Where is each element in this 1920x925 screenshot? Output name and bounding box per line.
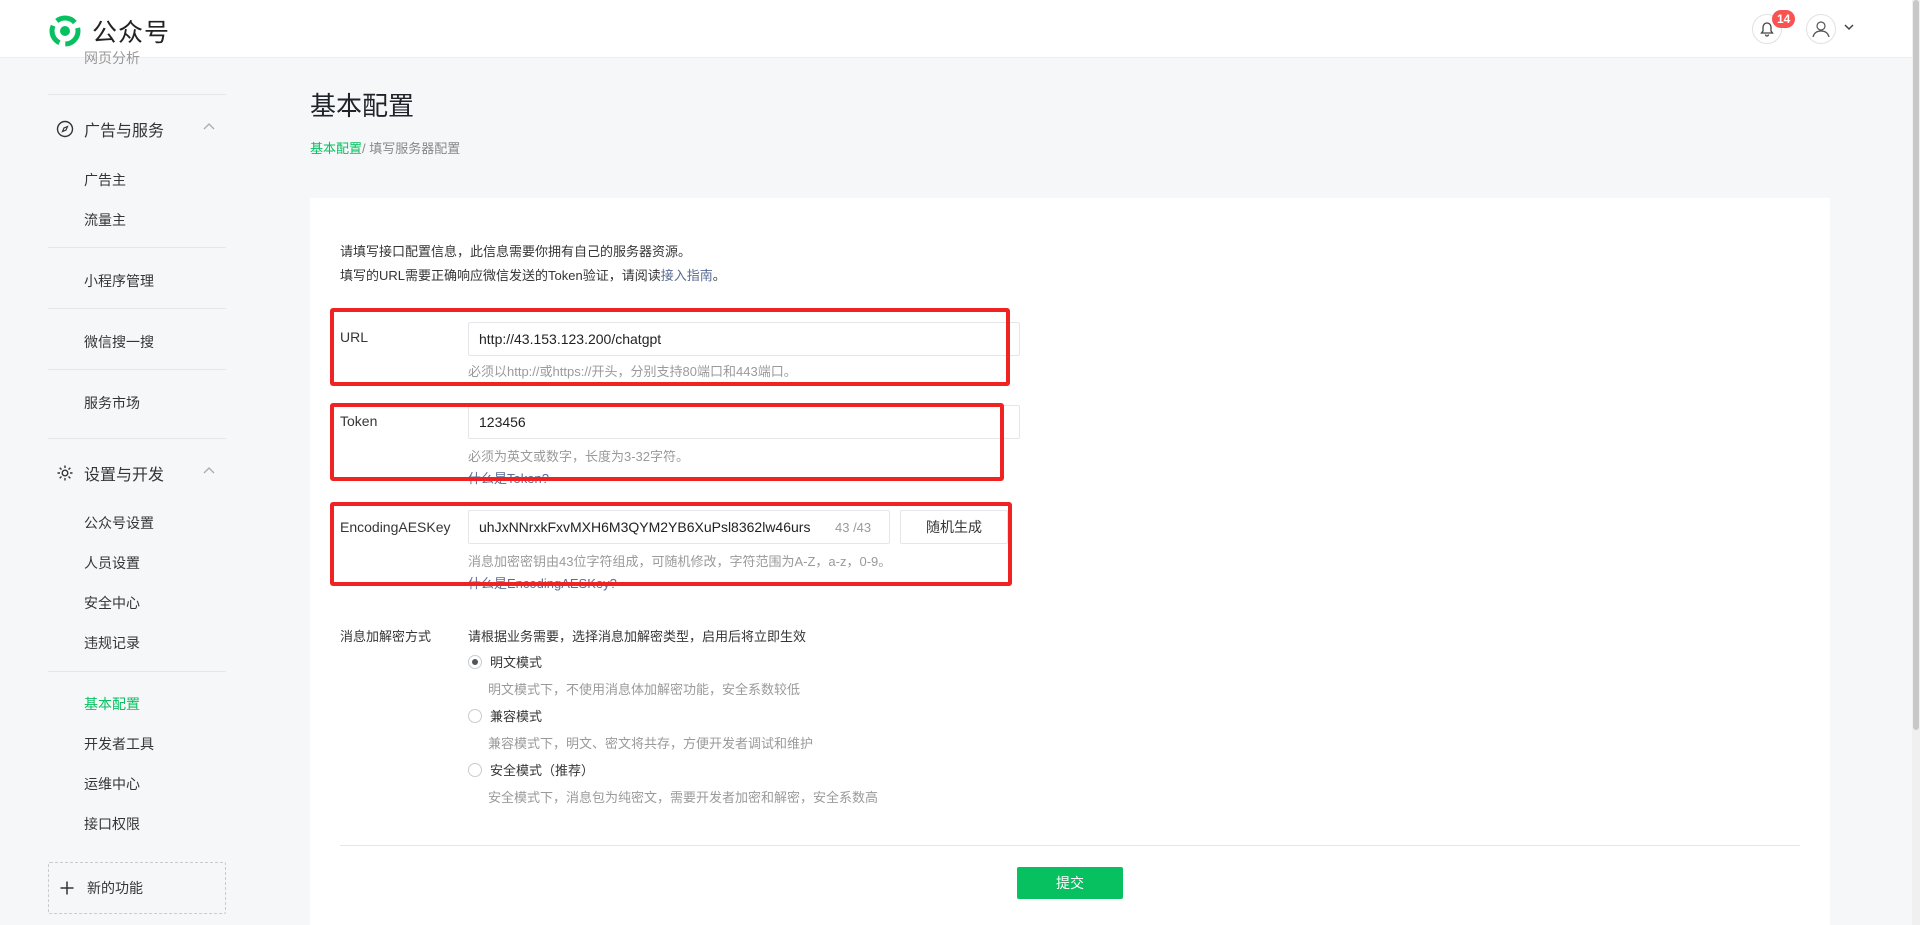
notification-badge: 14 <box>1772 10 1796 28</box>
radio-compatible[interactable]: 兼容模式 <box>468 706 542 725</box>
sidebar-item-staff-settings[interactable]: 人员设置 <box>84 553 140 573</box>
wechat-official-logo-icon <box>49 15 81 47</box>
plus-icon <box>60 881 74 895</box>
intro-line-2-end: 。 <box>712 268 726 283</box>
highlight-box-aes-key <box>330 502 1012 586</box>
sidebar-item-publisher[interactable]: 流量主 <box>84 210 126 230</box>
radio-description: 兼容模式下，明文、密文将共存，方便开发者调试和维护 <box>488 736 814 751</box>
sidebar-section-ads[interactable]: 广告与服务 <box>56 117 215 141</box>
radio-button[interactable] <box>468 654 482 669</box>
sidebar-item-wechat-search[interactable]: 微信搜一搜 <box>84 332 154 352</box>
radio-label: 兼容模式 <box>490 709 543 724</box>
user-avatar-icon <box>1812 21 1830 38</box>
sidebar-item-violations[interactable]: 违规记录 <box>84 633 140 653</box>
app-name: 公众号 <box>92 19 171 47</box>
sidebar-item-developer-tools[interactable]: 开发者工具 <box>84 734 154 754</box>
chevron-up-icon[interactable] <box>202 121 216 131</box>
highlight-box-url <box>330 308 1010 386</box>
sidebar-item-basic-config[interactable]: 基本配置 <box>84 694 140 714</box>
encryption-mode-description: 请根据业务需要，选择消息加解密类型，启用后将立即生效 <box>468 629 807 644</box>
new-feature-label: 新的功能 <box>87 880 143 896</box>
radio-description: 明文模式下，不使用消息体加解密功能，安全系数较低 <box>488 682 801 697</box>
radio-secure[interactable]: 安全模式（推荐） <box>468 760 594 779</box>
sidebar-divider <box>48 94 226 95</box>
radio-button[interactable] <box>468 708 482 723</box>
sidebar-item-api-permissions[interactable]: 接口权限 <box>84 814 140 834</box>
access-guide-link[interactable]: 接入指南 <box>661 268 713 283</box>
form-intro: 请填写接口配置信息，此信息需要你拥有自己的服务器资源。 填写的URL需要正确响应… <box>340 240 726 288</box>
intro-line-2: 填写的URL需要正确响应微信发送的Token验证，请阅读接入指南。 <box>340 264 726 288</box>
sidebar-divider <box>48 247 226 248</box>
avatar[interactable] <box>1806 14 1836 44</box>
radio-label: 安全模式（推荐） <box>490 763 595 778</box>
sidebar-item-advertiser[interactable]: 广告主 <box>84 170 126 190</box>
intro-line-2-text: 填写的URL需要正确响应微信发送的Token验证，请阅读 <box>340 268 661 283</box>
breadcrumb: 基本配置/ 填写服务器配置 <box>310 138 460 157</box>
chevron-up-icon[interactable] <box>202 465 216 475</box>
sidebar-divider <box>48 671 226 672</box>
form-divider <box>340 845 1800 846</box>
intro-line-1: 请填写接口配置信息，此信息需要你拥有自己的服务器资源。 <box>340 244 692 259</box>
radio-plaintext[interactable]: 明文模式 <box>468 652 542 671</box>
sidebar-item-security-center[interactable]: 安全中心 <box>84 593 140 613</box>
sidebar-item-ops-center[interactable]: 运维中心 <box>84 774 140 794</box>
highlight-box-token <box>330 403 1004 481</box>
encryption-mode-label: 消息加解密方式 <box>340 629 432 644</box>
breadcrumb-current[interactable]: 基本配置 <box>310 141 362 156</box>
submit-button[interactable]: 提交 <box>1017 867 1123 899</box>
sidebar-item-partial[interactable]: 网页分析 <box>84 48 140 68</box>
page-title: 基本配置 <box>310 91 415 121</box>
sidebar-section-title: 设置与开发 <box>84 467 165 484</box>
sidebar-section-title: 广告与服务 <box>84 123 165 140</box>
new-feature-button[interactable]: 新的功能 <box>48 862 226 914</box>
radio-description: 安全模式下，消息包为纯密文，需要开发者加密和解密，安全系数高 <box>488 790 879 805</box>
sidebar-divider <box>48 369 226 370</box>
compass-icon <box>56 120 74 138</box>
sidebar-divider <box>48 308 226 309</box>
sidebar-divider <box>48 438 226 439</box>
radio-label: 明文模式 <box>490 655 543 670</box>
sidebar-section-settings[interactable]: 设置与开发 <box>56 461 215 485</box>
top-bar: 公众号 14 <box>0 0 1920 58</box>
breadcrumb-next: 填写服务器配置 <box>369 141 461 156</box>
app-logo[interactable]: 公众号 <box>48 13 170 49</box>
sidebar-item-account-settings[interactable]: 公众号设置 <box>84 513 154 533</box>
gear-icon <box>57 465 73 481</box>
page-scrollbar-thumb[interactable] <box>1913 0 1919 730</box>
sidebar-item-miniprogram[interactable]: 小程序管理 <box>84 271 154 291</box>
sidebar-item-service-market[interactable]: 服务市场 <box>84 393 140 413</box>
chevron-down-icon[interactable] <box>1842 20 1856 34</box>
radio-button[interactable] <box>468 762 482 777</box>
